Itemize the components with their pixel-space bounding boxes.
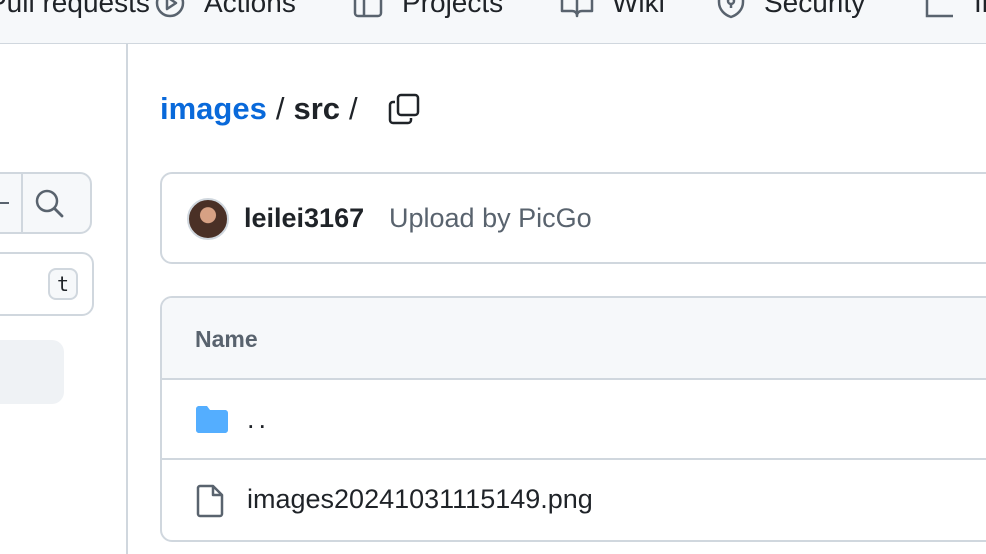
file-tree-selected-item[interactable] [0,340,64,404]
breadcrumb: images / src / [160,88,421,130]
go-to-file-input[interactable]: t [0,252,94,316]
file-table: Name .. images20241031115149.png [160,296,986,542]
breadcrumb-separator: / [349,91,358,126]
toolbar-divider [21,174,23,232]
nav-tab-label: Projects [402,0,504,18]
nav-tab-actions[interactable]: Actions [154,0,296,20]
nav-tab-label: Insights [974,0,986,18]
shield-icon [716,0,746,19]
graph-icon [924,0,956,19]
file-icon [195,484,225,523]
file-name-link[interactable]: images20241031115149.png [247,484,593,515]
commit-author-link[interactable]: leilei3167 [244,203,364,234]
commit-message-link[interactable]: Upload by PicGo [389,203,592,234]
breadcrumb-repo-link[interactable]: images [160,91,267,127]
repo-nav-bar: Pull requests Actions Projects Wiki Secu… [0,0,986,44]
actions-play-icon [154,0,186,19]
nav-tab-pull-requests[interactable]: Pull requests [0,0,150,20]
nav-tab-insights[interactable]: Insights [924,0,986,20]
nav-tab-label: Pull requests [0,0,150,18]
nav-tab-label: Actions [204,0,296,18]
table-icon [352,0,384,19]
latest-commit-box: leilei3167 Upload by PicGo [160,172,986,264]
search-icon[interactable] [34,188,66,225]
keyboard-shortcut-badge: t [48,268,78,300]
nav-tab-security[interactable]: Security [716,0,865,20]
nav-tab-label: Wiki [612,0,665,18]
column-header-name: Name [195,326,258,352]
table-row-parent-directory[interactable]: .. [162,380,986,460]
nav-tab-projects[interactable]: Projects [352,0,503,20]
table-header: Name [162,298,986,380]
collapse-icon[interactable] [0,202,9,204]
parent-directory-link[interactable]: .. [247,404,270,435]
nav-tab-wiki[interactable]: Wiki [560,0,665,20]
sidebar-divider[interactable] [126,44,128,554]
nav-tab-label: Security [764,0,866,18]
folder-icon [195,404,229,439]
breadcrumb-separator: / [275,91,285,126]
book-icon [560,0,594,19]
copy-icon[interactable] [387,92,421,126]
avatar[interactable] [187,198,229,240]
table-row[interactable]: images20241031115149.png [162,460,986,540]
breadcrumb-current-folder: src [293,91,341,126]
file-tree-toolbar [0,172,92,234]
